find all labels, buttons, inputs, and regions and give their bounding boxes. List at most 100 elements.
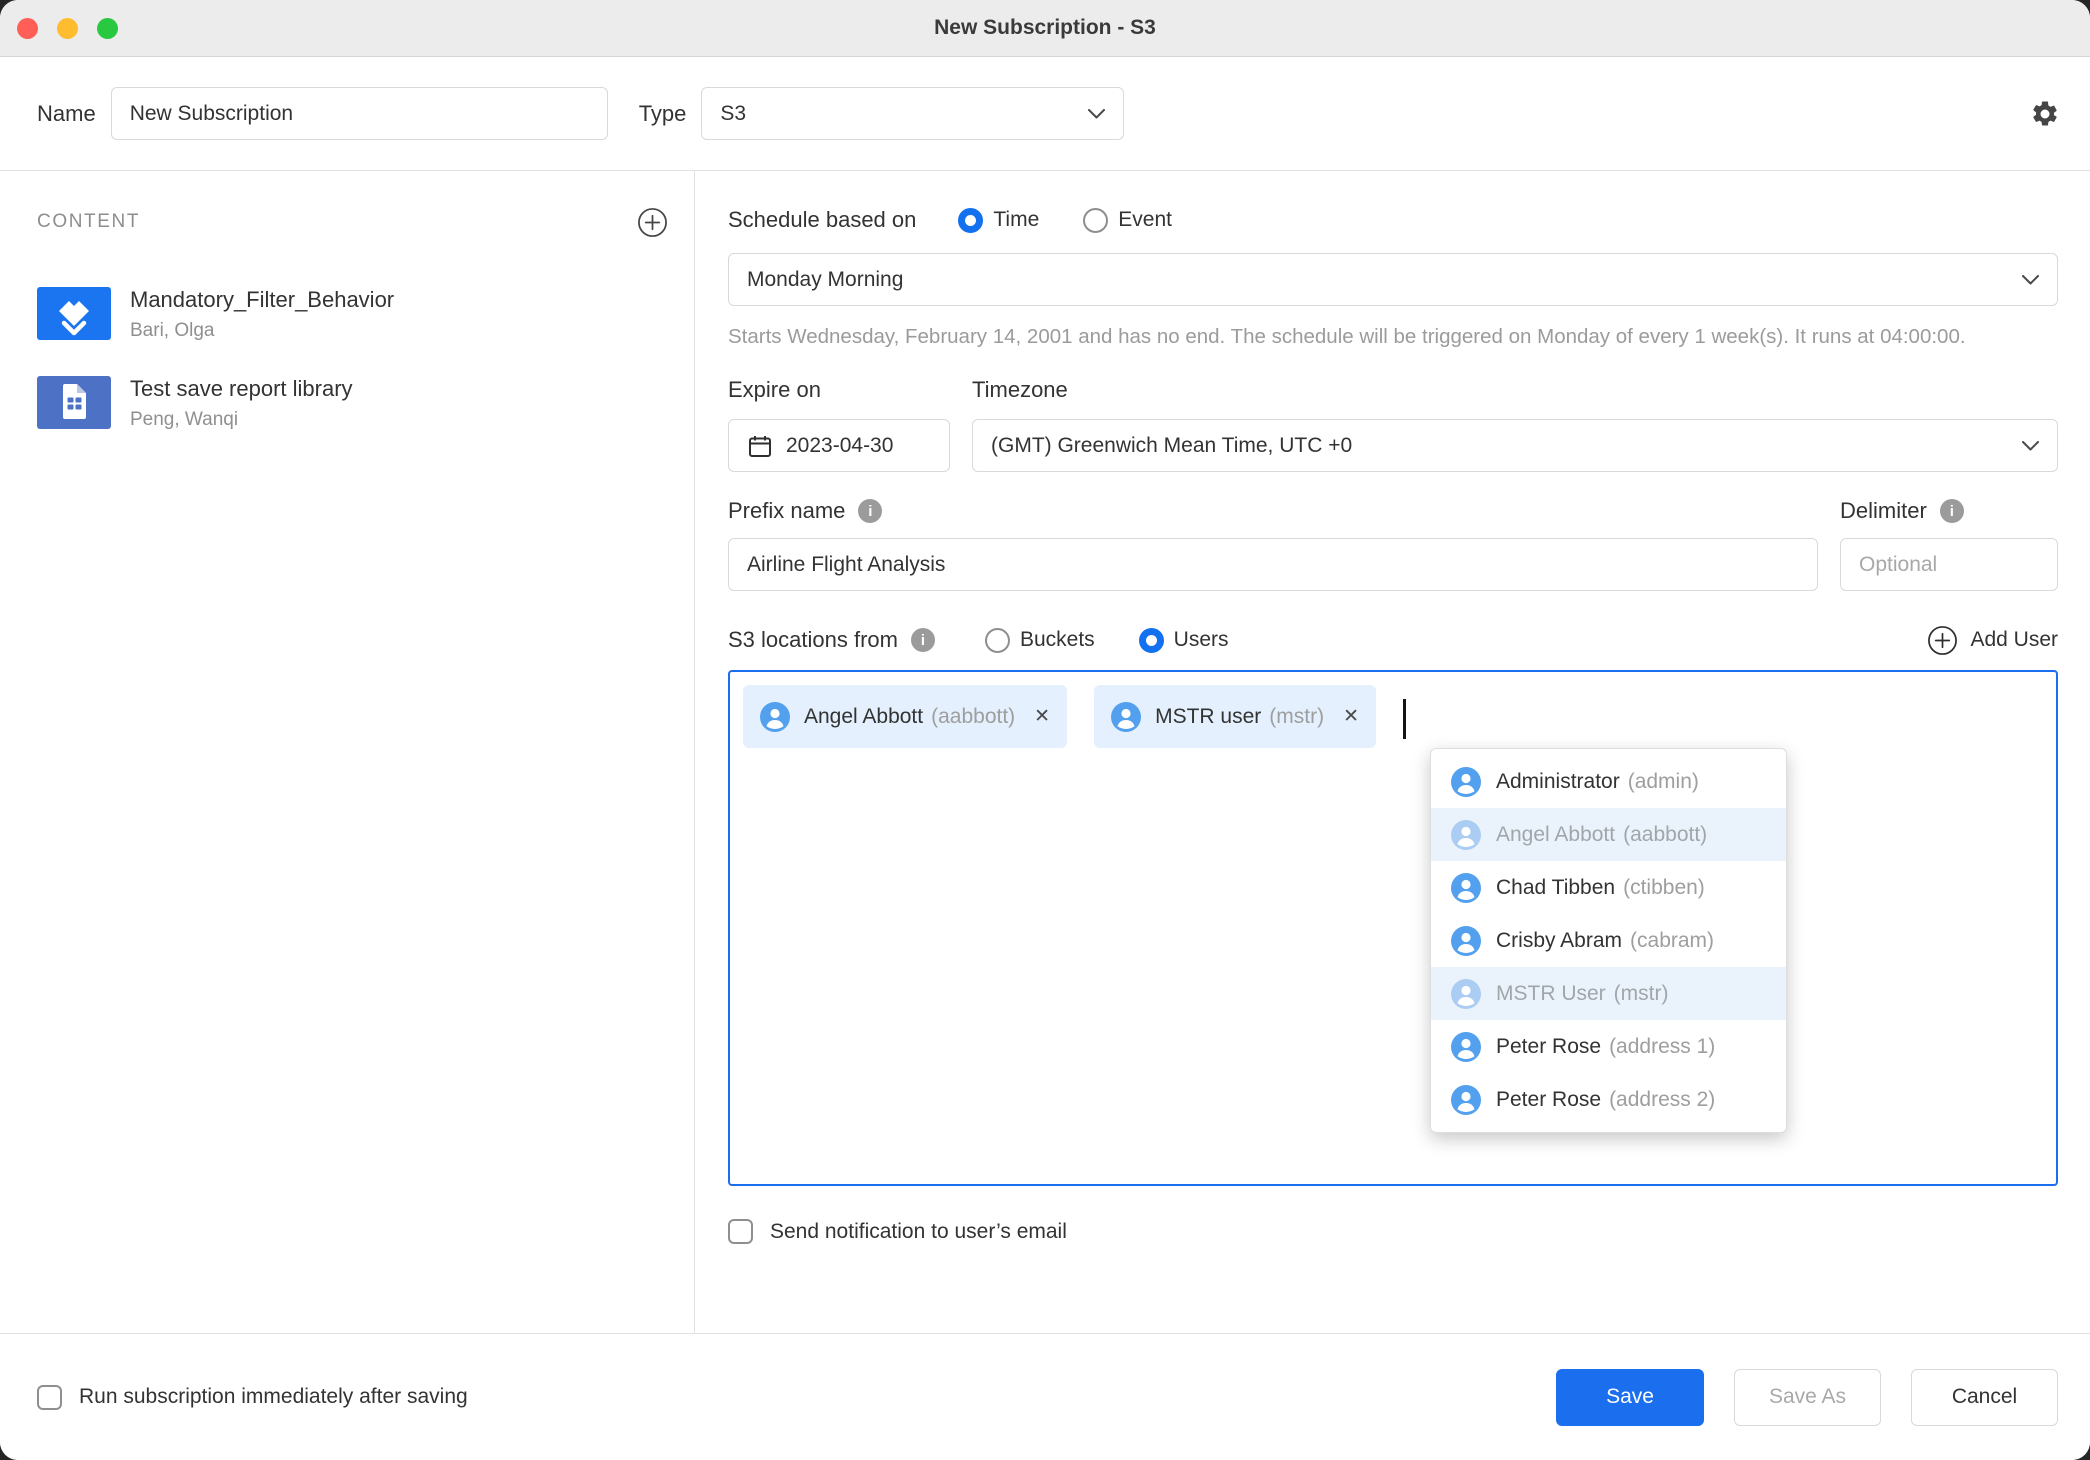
user-option-name: Crisby Abram [1496, 929, 1622, 953]
user-option-username: (address 2) [1609, 1088, 1715, 1112]
type-select-value: S3 [720, 102, 746, 126]
minimize-window-button[interactable] [57, 18, 78, 39]
run-immediately-checkbox[interactable] [37, 1385, 62, 1410]
user-avatar-icon [1451, 767, 1481, 797]
footer-bar: Run subscription immediately after savin… [0, 1333, 2090, 1460]
recipient-chip: Angel Abbott (aabbott) ✕ [743, 685, 1067, 748]
info-icon[interactable]: i [858, 499, 882, 523]
timezone-select[interactable]: (GMT) Greenwich Mean Time, UTC +0 [972, 419, 2058, 472]
prefix-name-input[interactable] [728, 538, 1818, 591]
recipient-chip: MSTR user (mstr) ✕ [1094, 685, 1376, 748]
titlebar: New Subscription - S3 [0, 0, 2090, 57]
send-notification-label[interactable]: Send notification to user’s email [770, 1220, 1067, 1244]
run-immediately-label[interactable]: Run subscription immediately after savin… [79, 1385, 468, 1409]
user-suggestions-dropdown: Administrator (admin) Angel Abbott (aabb… [1430, 748, 1787, 1133]
user-avatar-icon [1451, 873, 1481, 903]
user-option[interactable]: Angel Abbott (aabbott) [1431, 808, 1786, 861]
recipient-chip-username: (aabbott) [931, 705, 1015, 729]
timezone-select-value: (GMT) Greenwich Mean Time, UTC +0 [991, 434, 1352, 458]
content-panel: CONTENT Mandatory_Filter_Behavior Bari, … [0, 171, 695, 1333]
event-radio[interactable] [1083, 208, 1108, 233]
schedule-based-on-label: Schedule based on [728, 207, 916, 233]
user-avatar-icon [1451, 1085, 1481, 1115]
add-user-button[interactable]: Add User [1927, 625, 2058, 656]
add-user-plus-icon [1927, 625, 1958, 656]
user-option-username: (aabbott) [1623, 823, 1707, 847]
save-button[interactable]: Save [1556, 1369, 1704, 1426]
expire-date-field[interactable]: 2023-04-30 [728, 419, 950, 472]
users-radio-label[interactable]: Users [1174, 628, 1229, 652]
user-option[interactable]: Crisby Abram (cabram) [1431, 914, 1786, 967]
expire-date-value: 2023-04-30 [786, 434, 893, 458]
user-option-username: (admin) [1628, 770, 1699, 794]
type-select[interactable]: S3 [701, 87, 1124, 140]
user-option-name: Peter Rose [1496, 1088, 1601, 1112]
buckets-radio-label[interactable]: Buckets [1020, 628, 1095, 652]
user-option-name: Peter Rose [1496, 1035, 1601, 1059]
content-item[interactable]: Mandatory_Filter_Behavior Bari, Olga [37, 287, 668, 342]
name-label: Name [37, 101, 96, 127]
header-row: Name Type S3 [0, 57, 2090, 171]
recipient-chip-name: MSTR user [1155, 705, 1261, 729]
user-option[interactable]: Peter Rose (address 2) [1431, 1073, 1786, 1126]
close-icon[interactable]: ✕ [1034, 705, 1050, 728]
content-panel-title: CONTENT [37, 211, 140, 233]
users-radio[interactable] [1139, 628, 1164, 653]
user-option-name: Administrator [1496, 770, 1620, 794]
prefix-name-label: Prefix name [728, 498, 845, 524]
calendar-icon [747, 433, 773, 459]
event-radio-label[interactable]: Event [1118, 208, 1172, 232]
user-option[interactable]: Administrator (admin) [1431, 755, 1786, 808]
user-option[interactable]: Chad Tibben (ctibben) [1431, 861, 1786, 914]
user-avatar-icon [1451, 979, 1481, 1009]
main-area: CONTENT Mandatory_Filter_Behavior Bari, … [0, 171, 2090, 1333]
zoom-window-button[interactable] [97, 18, 118, 39]
user-option[interactable]: MSTR User (mstr) [1431, 967, 1786, 1020]
close-icon[interactable]: ✕ [1343, 705, 1359, 728]
report-document-icon [37, 376, 111, 429]
close-window-button[interactable] [17, 18, 38, 39]
name-input[interactable] [111, 87, 608, 140]
buckets-radio[interactable] [985, 628, 1010, 653]
type-label: Type [639, 101, 687, 127]
text-cursor [1403, 699, 1406, 739]
time-radio-label[interactable]: Time [993, 208, 1039, 232]
recipient-chip-username: (mstr) [1269, 705, 1324, 729]
user-option-username: (ctibben) [1623, 876, 1705, 900]
user-option-name: Angel Abbott [1496, 823, 1615, 847]
chevron-down-icon [1088, 109, 1105, 119]
schedule-select[interactable]: Monday Morning [728, 253, 2058, 306]
cancel-button[interactable]: Cancel [1911, 1369, 2058, 1426]
send-notification-checkbox[interactable] [728, 1219, 753, 1244]
delimiter-input[interactable] [1840, 538, 2058, 591]
content-item-owner: Peng, Wanqi [130, 409, 353, 431]
save-as-button[interactable]: Save As [1734, 1369, 1881, 1426]
user-option-name: MSTR User [1496, 982, 1606, 1006]
s3-locations-from-label: S3 locations from [728, 627, 898, 653]
user-avatar-icon [760, 702, 790, 732]
user-avatar-icon [1111, 702, 1141, 732]
content-item-owner: Bari, Olga [130, 320, 394, 342]
user-option[interactable]: Peter Rose (address 1) [1431, 1020, 1786, 1073]
expire-on-label: Expire on [728, 377, 950, 403]
chevron-down-icon [2022, 275, 2039, 285]
traffic-lights [17, 18, 118, 39]
gear-icon[interactable] [2030, 99, 2060, 129]
window-title: New Subscription - S3 [0, 0, 2090, 56]
add-user-label: Add User [1970, 628, 2058, 652]
info-icon[interactable]: i [1940, 499, 1964, 523]
user-avatar-icon [1451, 1032, 1481, 1062]
content-item-title: Mandatory_Filter_Behavior [130, 287, 394, 313]
subscription-settings-panel: Schedule based on Time Event Monday Morn… [695, 171, 2090, 1333]
timezone-label: Timezone [972, 377, 2058, 403]
user-avatar-icon [1451, 820, 1481, 850]
content-item[interactable]: Test save report library Peng, Wanqi [37, 376, 668, 431]
user-option-name: Chad Tibben [1496, 876, 1615, 900]
schedule-description: Starts Wednesday, February 14, 2001 and … [728, 320, 2056, 353]
user-option-username: (address 1) [1609, 1035, 1715, 1059]
recipients-input-area[interactable]: Angel Abbott (aabbott) ✕ MSTR user (mstr… [728, 670, 2058, 1186]
info-icon[interactable]: i [911, 628, 935, 652]
time-radio[interactable] [958, 208, 983, 233]
user-option-username: (cabram) [1630, 929, 1714, 953]
add-content-button[interactable] [637, 207, 668, 238]
